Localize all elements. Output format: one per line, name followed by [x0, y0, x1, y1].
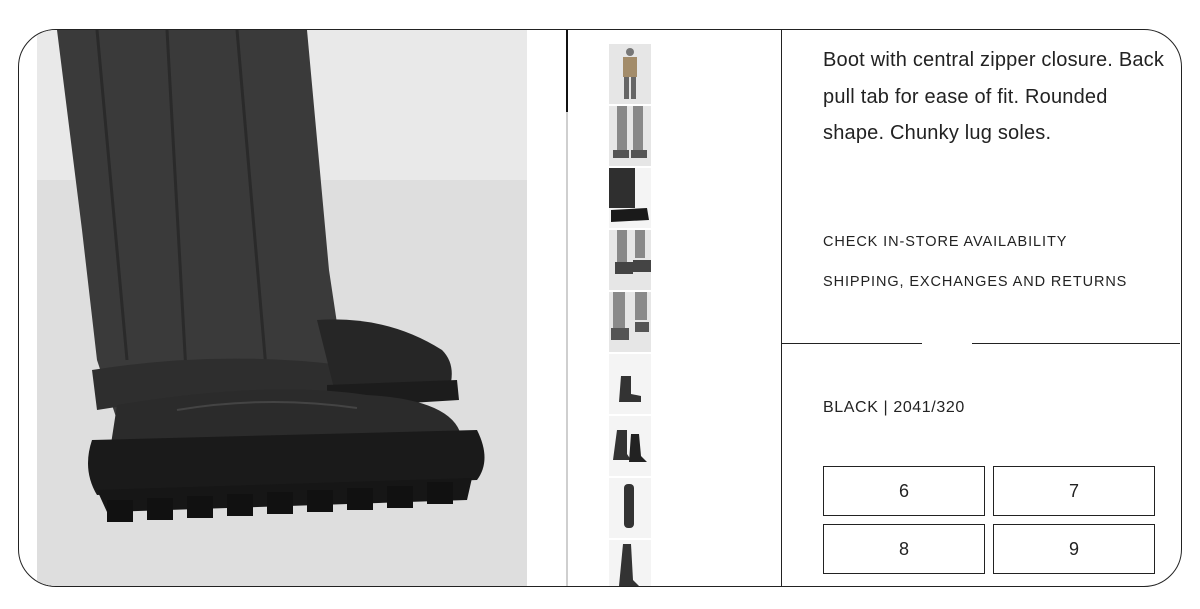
model-full-icon[interactable]	[609, 44, 651, 104]
legs-boots-icon[interactable]	[609, 106, 651, 166]
boot-single-icon[interactable]	[609, 354, 651, 414]
boot-photo-illustration	[57, 30, 485, 522]
product-info-panel: Boot with central zipper closure. Back p…	[823, 30, 1173, 290]
boots-front-icon[interactable]	[609, 230, 651, 290]
shipping-returns-link[interactable]: SHIPPING, EXCHANGES AND RETURNS	[823, 274, 1127, 290]
section-separator-left	[782, 343, 922, 344]
thumbnail-list	[609, 44, 651, 586]
boots-walk-icon[interactable]	[609, 292, 651, 352]
size-option-9[interactable]: 9	[993, 524, 1155, 574]
size-option-8[interactable]: 8	[823, 524, 985, 574]
boot-back-icon[interactable]	[609, 478, 651, 538]
product-description: Boot with central zipper closure. Back p…	[823, 49, 1165, 144]
gallery-scrollbar-thumb[interactable]	[566, 30, 568, 112]
gallery-scrollbar-track[interactable]	[566, 30, 568, 586]
size-option-7[interactable]: 7	[993, 466, 1155, 516]
boots-side-icon[interactable]	[609, 168, 651, 228]
section-separator-right	[972, 343, 1180, 344]
size-option-6[interactable]: 6	[823, 466, 985, 516]
info-divider	[781, 30, 782, 586]
boot-side-icon[interactable]	[609, 540, 651, 586]
main-product-photo[interactable]	[37, 30, 527, 586]
check-availability-link[interactable]: CHECK IN-STORE AVAILABILITY	[823, 234, 1067, 250]
boots-pair-icon[interactable]	[609, 416, 651, 476]
color-reference: BLACK | 2041/320	[823, 399, 965, 416]
